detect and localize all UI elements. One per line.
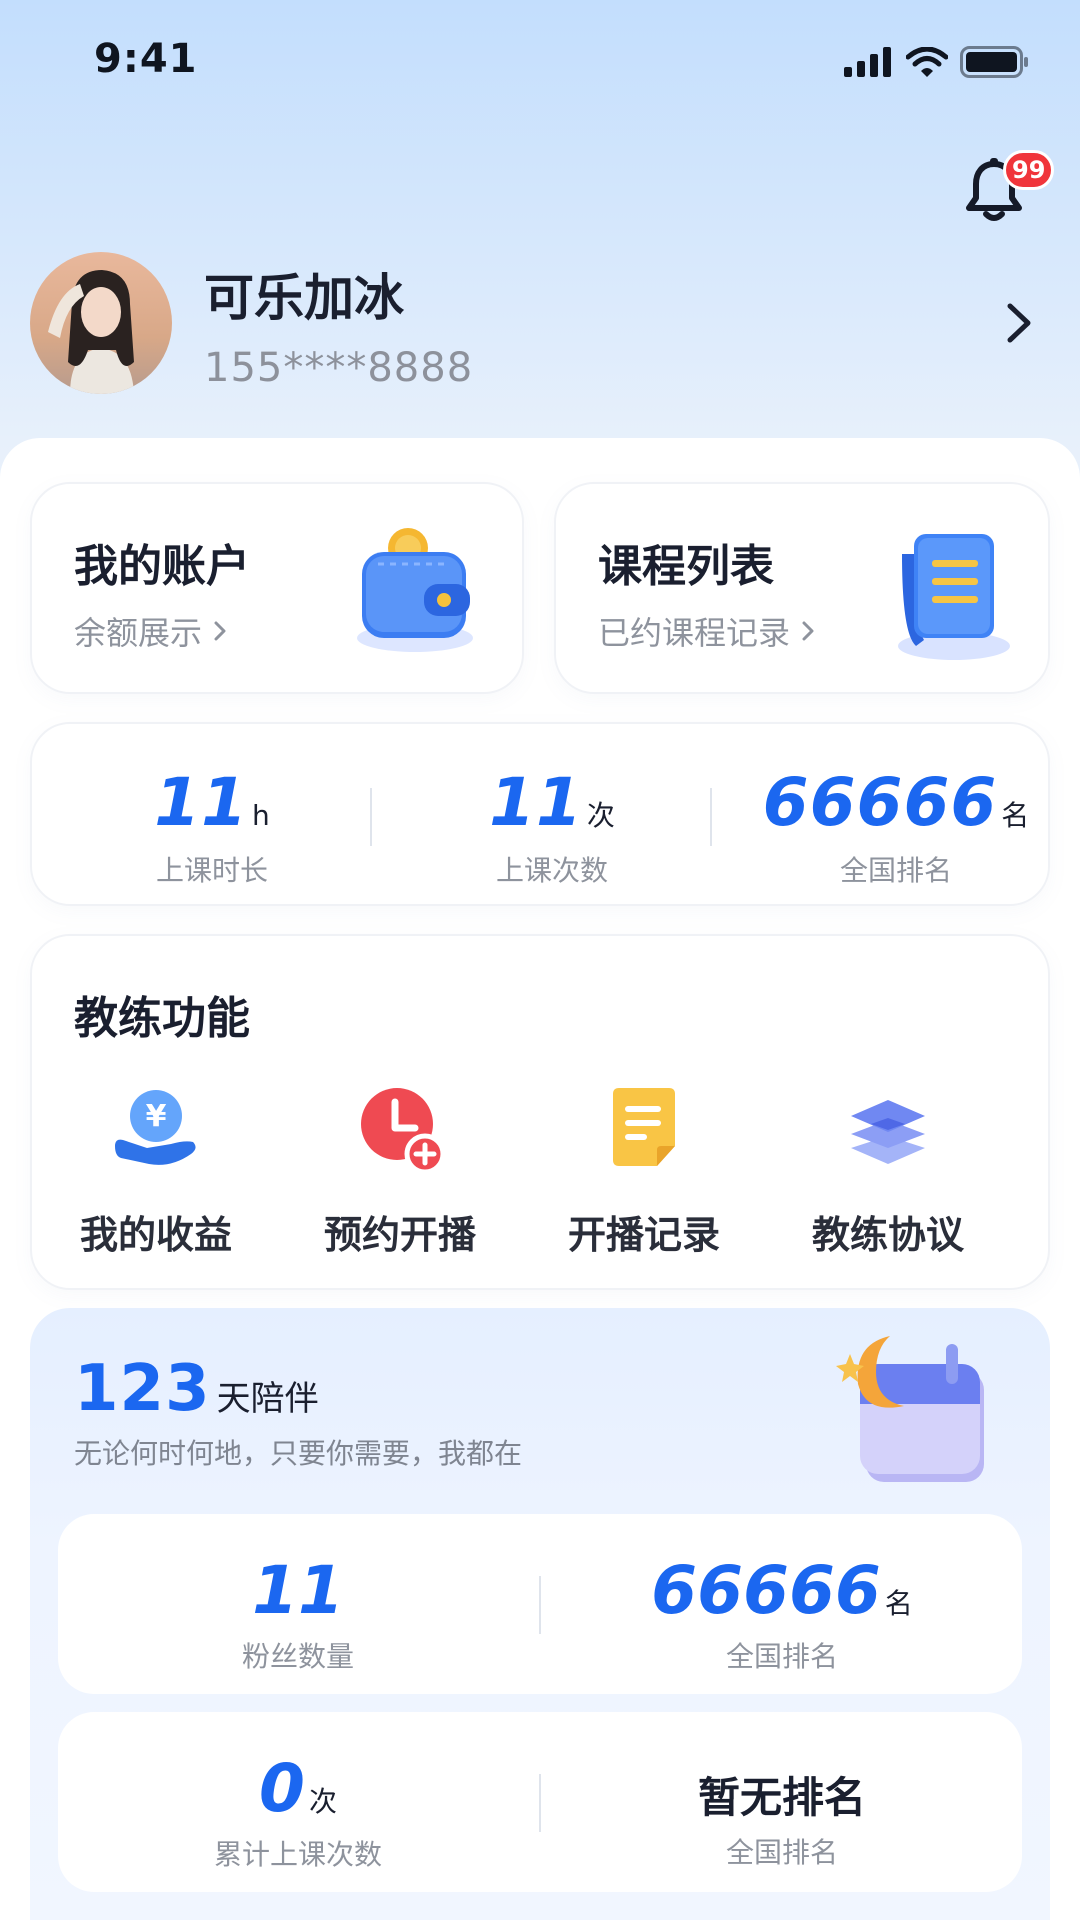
document-icon <box>898 534 1010 660</box>
stat-unit: 名 <box>1001 799 1030 832</box>
fans-rank-value: 66666 <box>651 1552 881 1629</box>
wallet-icon <box>357 528 473 652</box>
func-label: 开播记录 <box>567 1213 720 1257</box>
stat-label: 全国排名 <box>839 854 952 887</box>
fans-rank-stat: 66666 名 全国排名 <box>542 1552 1022 1675</box>
fans-rank-label: 全国排名 <box>725 1640 838 1673</box>
account-title: 我的账户 <box>74 541 250 592</box>
lessons-stat: 0次 累计上课次数 <box>58 1750 538 1873</box>
divider <box>539 1774 541 1832</box>
section-title: 教练功能 <box>74 993 250 1044</box>
stat-value: 11 <box>154 764 249 841</box>
companion-days: 123 天陪伴 <box>74 1352 319 1426</box>
stat-rank: 66666 名 全国排名 <box>746 764 1046 889</box>
lessons-value: 0 <box>259 1750 305 1827</box>
divider <box>370 788 372 846</box>
user-phone: 155****8888 <box>204 345 474 391</box>
signal-icon <box>844 47 891 77</box>
fans-value: 11 <box>252 1552 344 1629</box>
stat-value: 66666 <box>762 764 998 841</box>
func-live-records[interactable]: 开播记录 <box>522 1084 766 1259</box>
chevron-right-icon <box>802 621 814 641</box>
lessons-label: 累计上课次数 <box>213 1838 382 1871</box>
fans-stat: 11 粉丝数量 <box>58 1552 538 1675</box>
stats-card: 11 h 上课时长 11 次 上课次数 66666 名 全国排名 <box>30 722 1050 906</box>
stat-unit: 次 <box>586 799 615 832</box>
status-time: 9:41 <box>94 36 198 82</box>
chevron-right-icon[interactable] <box>1004 300 1034 346</box>
course-card[interactable]: 课程列表 已约课程记录 <box>554 482 1050 694</box>
divider <box>710 788 712 846</box>
svg-text:¥: ¥ <box>146 1099 167 1134</box>
func-coach-agreement[interactable]: 教练协议 <box>766 1084 1010 1259</box>
companion-card: 123 天陪伴 无论何时何地，只要你需要，我都在 11 粉丝数量 66666 名 … <box>30 1308 1050 1920</box>
stat-label: 上课时长 <box>155 854 268 887</box>
stat-value: 11 <box>489 764 583 841</box>
avatar[interactable] <box>30 252 172 394</box>
lessons-rank-label: 全国排名 <box>725 1836 838 1869</box>
func-label: 我的收益 <box>79 1213 232 1257</box>
companion-description: 无论何时何地，只要你需要，我都在 <box>74 1437 523 1470</box>
coach-functions-card: 教练功能 ¥ 我的收益 预约开播 开播记录 教练协议 <box>30 934 1050 1290</box>
fans-card: 11 粉丝数量 66666 名 全国排名 <box>58 1514 1022 1694</box>
func-label: 预约开播 <box>323 1213 476 1257</box>
func-label: 教练协议 <box>811 1213 964 1257</box>
stat-count: 11 次 上课次数 <box>402 764 702 889</box>
stat-unit: h <box>252 799 270 832</box>
yuan-hand-icon: ¥ <box>115 1090 196 1165</box>
func-my-earnings[interactable]: ¥ 我的收益 <box>34 1084 278 1259</box>
status-icons <box>844 44 1040 80</box>
clock-plus-icon <box>361 1088 446 1175</box>
note-icon <box>613 1088 675 1166</box>
user-name: 可乐加冰 <box>204 269 404 327</box>
lessons-rank-value: 暂无排名 <box>697 1773 866 1822</box>
days-count: 123 <box>74 1352 211 1426</box>
course-subtitle: 已约课程记录 <box>598 608 816 654</box>
layers-icon <box>851 1100 925 1164</box>
lessons-rank-stat: 暂无排名 全国排名 <box>542 1764 1022 1871</box>
notification-badge: 99 <box>1003 150 1055 190</box>
account-card[interactable]: 我的账户 余额展示 <box>30 482 524 694</box>
wifi-icon <box>906 47 948 77</box>
stat-label: 上课次数 <box>495 854 608 887</box>
account-subtitle-text: 余额展示 <box>74 614 203 652</box>
battery-icon <box>960 46 1028 78</box>
chevron-right-icon <box>214 621 226 641</box>
calendar-moon-icon <box>836 1336 984 1482</box>
fans-rank-unit: 名 <box>884 1587 913 1620</box>
fans-label: 粉丝数量 <box>241 1640 354 1673</box>
lessons-card: 0次 累计上课次数 暂无排名 全国排名 <box>58 1712 1022 1892</box>
lessons-unit: 次 <box>308 1785 337 1818</box>
func-schedule-live[interactable]: 预约开播 <box>278 1084 522 1259</box>
days-suffix: 天陪伴 <box>216 1379 319 1419</box>
course-subtitle-text: 已约课程记录 <box>598 614 791 652</box>
stat-duration: 11 h 上课时长 <box>62 764 362 889</box>
course-title: 课程列表 <box>598 541 774 592</box>
account-subtitle: 余额展示 <box>74 608 228 654</box>
divider <box>539 1576 541 1634</box>
